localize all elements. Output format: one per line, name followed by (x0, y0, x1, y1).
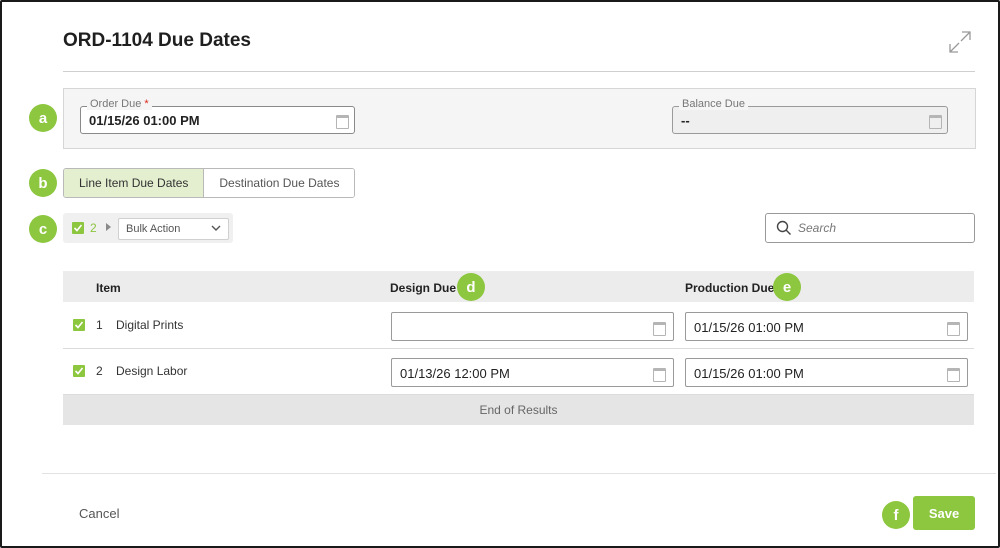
table-header: Item Design Due Production Due (63, 271, 974, 302)
row-item-name: Design Labor (116, 364, 188, 378)
row-number: 1 (96, 318, 103, 332)
design-due-value: 01/13/26 12:00 PM (400, 366, 510, 381)
calendar-icon (929, 115, 942, 129)
chevron-down-icon (211, 225, 221, 231)
row-item-name: Digital Prints (116, 318, 184, 332)
table-row: 1 Digital Prints 01/15/26 01:00 PM (63, 303, 974, 349)
calendar-icon[interactable] (653, 322, 666, 336)
production-due-input[interactable]: 01/15/26 01:00 PM (685, 312, 968, 341)
order-due-value: 01/15/26 01:00 PM (89, 113, 200, 128)
balance-due-label: Balance Due (679, 98, 748, 110)
order-dates-panel: Order Due * 01/15/26 01:00 PM Balance Du… (63, 88, 976, 149)
table-row: 2 Design Labor 01/13/26 12:00 PM 01/15/2… (63, 349, 974, 395)
calendar-icon[interactable] (947, 322, 960, 336)
required-asterisk: * (144, 98, 149, 110)
design-due-input[interactable] (391, 312, 674, 341)
tab-destination-due-dates[interactable]: Destination Due Dates (204, 169, 355, 197)
balance-due-field: Balance Due -- (672, 98, 948, 134)
column-header-item: Item (96, 281, 121, 295)
row-checkbox[interactable] (73, 365, 85, 377)
bulk-action-label: Bulk Action (126, 223, 181, 235)
end-of-results: End of Results (63, 395, 974, 425)
calendar-icon[interactable] (653, 368, 666, 382)
callout-badge-a: a (29, 104, 57, 132)
search-input[interactable]: Search (765, 213, 975, 243)
modal-title: ORD-1104 Due Dates (63, 30, 251, 51)
callout-badge-b: b (29, 169, 57, 197)
footer-divider (42, 473, 996, 474)
save-button[interactable]: Save (913, 496, 975, 530)
selected-count: 2 (90, 221, 97, 235)
search-icon (776, 220, 791, 235)
cancel-button[interactable]: Cancel (79, 506, 119, 521)
title-divider (63, 71, 975, 72)
column-header-design-due: Design Due (390, 281, 457, 295)
production-due-value: 01/15/26 01:00 PM (694, 366, 804, 381)
callout-badge-d: d (457, 273, 485, 301)
row-checkbox[interactable] (73, 319, 85, 331)
due-date-tabs: Line Item Due Dates Destination Due Date… (63, 168, 356, 198)
callout-badge-f: f (882, 501, 910, 529)
row-number: 2 (96, 364, 103, 378)
tab-line-item-due-dates[interactable]: Line Item Due Dates (64, 169, 205, 197)
callout-badge-c: c (29, 215, 57, 243)
calendar-icon[interactable] (947, 368, 960, 382)
expand-icon[interactable] (948, 30, 972, 54)
design-due-input[interactable]: 01/13/26 12:00 PM (391, 358, 674, 387)
order-due-field[interactable]: Order Due * 01/15/26 01:00 PM (80, 98, 355, 134)
order-due-label: Order Due * (87, 98, 152, 110)
production-due-value: 01/15/26 01:00 PM (694, 320, 804, 335)
search-placeholder: Search (798, 221, 837, 235)
production-due-input[interactable]: 01/15/26 01:00 PM (685, 358, 968, 387)
column-header-production-due: Production Due (685, 281, 775, 295)
balance-due-value: -- (681, 113, 690, 128)
calendar-icon[interactable] (336, 115, 349, 129)
callout-badge-e: e (773, 273, 801, 301)
caret-right-icon[interactable] (106, 223, 111, 231)
select-all-checkbox[interactable] (72, 222, 84, 234)
bulk-action-select[interactable]: Bulk Action (118, 218, 229, 240)
